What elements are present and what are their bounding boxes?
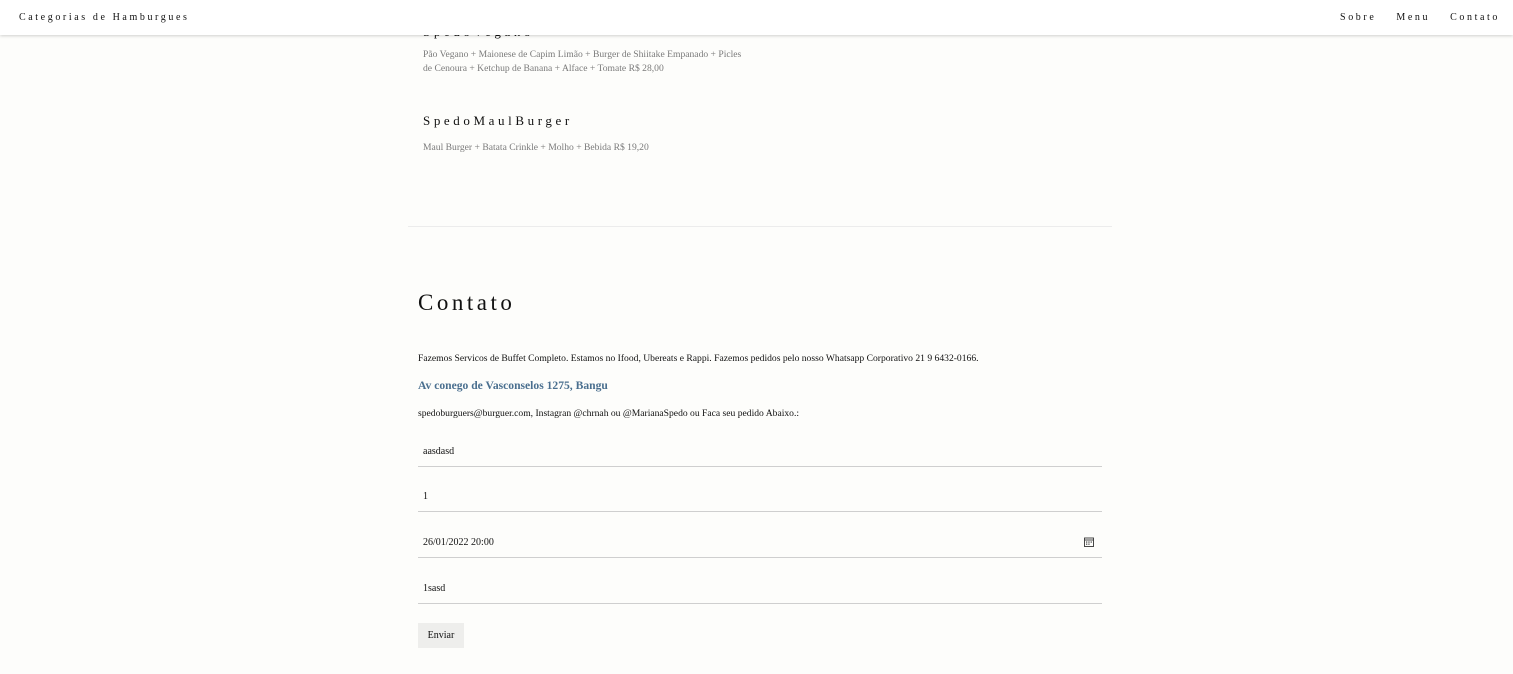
datetime-field-value: 26/01/2022 20:00 <box>423 537 494 548</box>
menu-item-description-line1: Pão Vegano + Maionese de Capim Limão + B… <box>423 49 742 60</box>
contact-email-text: spedoburguers@burguer.com, Instagran @ch… <box>418 408 800 419</box>
brand-link[interactable]: Categorias de Hamburgues <box>19 12 190 23</box>
section-divider <box>408 226 1112 227</box>
menu-item-description-line2: de Cenoura + Ketchup de Banana + Alface … <box>423 63 664 74</box>
calendar-icon[interactable] <box>1084 537 1094 547</box>
menu-item-name: SpedoMaulBurger <box>423 113 573 128</box>
people-field-value: 1 <box>423 491 428 502</box>
datetime-field[interactable]: 26/01/2022 20:00 <box>418 528 1102 558</box>
nav-link-contato[interactable]: Contato <box>1450 12 1500 23</box>
name-field-value: aasdasd <box>423 446 455 457</box>
nav-link-menu[interactable]: Menu <box>1396 12 1430 23</box>
message-field[interactable]: 1sasd <box>418 574 1102 604</box>
menu-item-description: Maul Burger + Batata Crinkle + Molho + B… <box>423 142 649 153</box>
menu-item-description: Pão Vegano + Maionese de Capim Limão + B… <box>423 48 741 76</box>
name-field[interactable]: aasdasd <box>418 437 1102 467</box>
people-field[interactable]: 1 <box>418 482 1102 512</box>
contact-description: Fazemos Servicos de Buffet Completo. Est… <box>418 353 979 364</box>
contact-title: Contato <box>418 290 516 315</box>
contact-address: Av conego de Vasconselos 1275, Bangu <box>418 379 608 392</box>
page: SpedoVegano Pão Vegano + Maionese de Cap… <box>0 0 1513 674</box>
top-navbar: Categorias de Hamburgues Sobre Menu Cont… <box>0 0 1513 35</box>
nav-links: Sobre Menu Contato <box>1340 12 1500 23</box>
nav-link-sobre[interactable]: Sobre <box>1340 12 1376 23</box>
send-button[interactable]: Enviar <box>418 623 464 648</box>
message-field-value: 1sasd <box>423 583 446 594</box>
menu-item-spedomaulburger: SpedoMaulBurger Maul Burger + Batata Cri… <box>423 113 649 155</box>
